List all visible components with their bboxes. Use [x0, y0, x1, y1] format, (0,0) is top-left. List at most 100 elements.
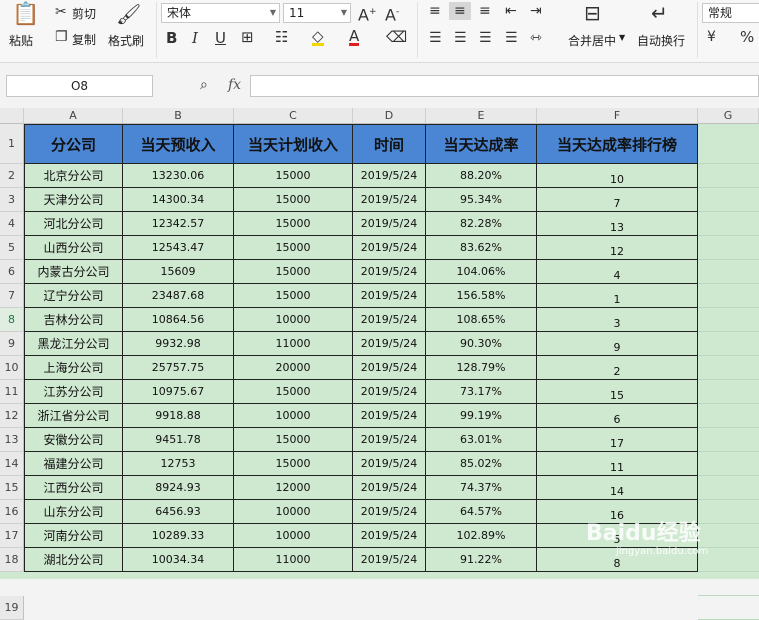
table-header-cell[interactable]: 当天达成率排行榜: [537, 124, 698, 164]
format-painter-icon[interactable]: 🖌: [116, 4, 141, 24]
table-cell[interactable]: 12543.47: [123, 236, 234, 260]
table-cell[interactable]: 15000: [234, 236, 353, 260]
name-box[interactable]: O8: [6, 75, 153, 97]
scissors-icon[interactable]: ✂: [55, 5, 67, 19]
merge-center-icon[interactable]: ⊟: [584, 3, 601, 23]
table-cell[interactable]: 13230.06: [123, 164, 234, 188]
column-header-g[interactable]: G: [698, 108, 759, 124]
table-cell[interactable]: 吉林分公司: [24, 308, 123, 332]
table-cell[interactable]: 20000: [234, 356, 353, 380]
row-header[interactable]: 4: [0, 212, 24, 236]
table-cell[interactable]: 11: [537, 452, 698, 476]
table-cell[interactable]: 2019/5/24: [353, 356, 426, 380]
table-cell[interactable]: 山东分公司: [24, 500, 123, 524]
table-cell[interactable]: 2019/5/24: [353, 380, 426, 404]
select-all-corner[interactable]: [0, 108, 24, 124]
table-cell[interactable]: 山西分公司: [24, 236, 123, 260]
table-cell[interactable]: 9918.88: [123, 404, 234, 428]
table-cell[interactable]: 天津分公司: [24, 188, 123, 212]
table-cell[interactable]: 12342.57: [123, 212, 234, 236]
table-cell[interactable]: 2019/5/24: [353, 476, 426, 500]
row-header[interactable]: 13: [0, 428, 24, 452]
fx-icon[interactable]: fx: [228, 77, 241, 93]
table-cell[interactable]: 2019/5/24: [353, 188, 426, 212]
italic-icon[interactable]: I: [192, 31, 198, 46]
percent-icon[interactable]: %: [740, 30, 754, 45]
number-format-select[interactable]: 常规: [702, 3, 759, 23]
table-cell[interactable]: 108.65%: [426, 308, 537, 332]
underline-icon[interactable]: U: [215, 31, 226, 46]
table-header-cell[interactable]: 当天预收入: [123, 124, 234, 164]
row-header[interactable]: 3: [0, 188, 24, 212]
table-cell[interactable]: 10975.67: [123, 380, 234, 404]
row-header[interactable]: 6: [0, 260, 24, 284]
table-cell[interactable]: 15000: [234, 284, 353, 308]
table-cell[interactable]: 15: [537, 380, 698, 404]
table-cell[interactable]: 12753: [123, 452, 234, 476]
bold-icon[interactable]: B: [166, 31, 177, 46]
table-cell[interactable]: 8924.93: [123, 476, 234, 500]
table-cell[interactable]: 浙江省分公司: [24, 404, 123, 428]
table-cell[interactable]: 10864.56: [123, 308, 234, 332]
table-cell[interactable]: 15000: [234, 380, 353, 404]
copy-icon[interactable]: ❐: [55, 30, 68, 44]
table-cell[interactable]: 2019/5/24: [353, 284, 426, 308]
wrap-text-button[interactable]: 自动换行: [637, 32, 685, 49]
table-cell[interactable]: 88.20%: [426, 164, 537, 188]
table-cell[interactable]: 12: [537, 236, 698, 260]
table-cell[interactable]: 10000: [234, 524, 353, 548]
column-header-f[interactable]: F: [537, 108, 698, 124]
table-cell[interactable]: 23487.68: [123, 284, 234, 308]
format-painter-button[interactable]: 格式刷: [108, 32, 144, 49]
align-bottom-icon[interactable]: ≡: [479, 4, 491, 18]
table-cell[interactable]: 15000: [234, 164, 353, 188]
table-cell[interactable]: 福建分公司: [24, 452, 123, 476]
table-cell[interactable]: 11000: [234, 332, 353, 356]
table-cell[interactable]: 10034.34: [123, 548, 234, 572]
align-top-icon[interactable]: ≡: [429, 4, 441, 18]
table-cell[interactable]: 2019/5/24: [353, 164, 426, 188]
row-header[interactable]: 2: [0, 164, 24, 188]
table-cell[interactable]: 15609: [123, 260, 234, 284]
table-cell[interactable]: 安徽分公司: [24, 428, 123, 452]
table-cell[interactable]: 63.01%: [426, 428, 537, 452]
table-cell[interactable]: 91.22%: [426, 548, 537, 572]
row-header[interactable]: 5: [0, 236, 24, 260]
row-header[interactable]: 15: [0, 476, 24, 500]
table-cell[interactable]: 10: [537, 164, 698, 188]
font-size-select[interactable]: 11 ▼: [283, 3, 351, 23]
row-header[interactable]: 7: [0, 284, 24, 308]
paste-button[interactable]: 粘贴: [9, 32, 33, 49]
row-header[interactable]: 14: [0, 452, 24, 476]
table-cell[interactable]: 河北分公司: [24, 212, 123, 236]
table-cell[interactable]: 2019/5/24: [353, 548, 426, 572]
table-cell[interactable]: 2019/5/24: [353, 308, 426, 332]
table-cell[interactable]: 1: [537, 284, 698, 308]
table-cell[interactable]: 85.02%: [426, 452, 537, 476]
eraser-icon[interactable]: ⌫: [386, 30, 407, 45]
border-icon[interactable]: ⊞: [241, 30, 254, 45]
table-cell[interactable]: 82.28%: [426, 212, 537, 236]
table-cell[interactable]: 内蒙古分公司: [24, 260, 123, 284]
table-cell[interactable]: 9451.78: [123, 428, 234, 452]
wrap-text-icon[interactable]: ↵: [651, 3, 668, 23]
table-cell[interactable]: 3: [537, 308, 698, 332]
table-cell[interactable]: 104.06%: [426, 260, 537, 284]
spreadsheet-grid[interactable]: A B C D E F G 1 2 3 4 5 6 7 8 9 10 11 12 13 14 15 16 17 18 19 分公司当…: [0, 108, 759, 620]
formula-input[interactable]: [250, 75, 759, 97]
chevron-down-icon[interactable]: ▼: [619, 33, 625, 42]
table-cell[interactable]: 128.79%: [426, 356, 537, 380]
row-header[interactable]: 12: [0, 404, 24, 428]
table-header-cell[interactable]: 分公司: [24, 124, 123, 164]
table-header-cell[interactable]: 当天达成率: [426, 124, 537, 164]
table-cell[interactable]: 73.17%: [426, 380, 537, 404]
align-middle-icon[interactable]: ≡: [449, 2, 471, 20]
table-cell[interactable]: 14: [537, 476, 698, 500]
row-header[interactable]: 8: [0, 308, 24, 332]
row-header[interactable]: 11: [0, 380, 24, 404]
copy-button[interactable]: 复制: [72, 31, 96, 48]
table-header-cell[interactable]: 时间: [353, 124, 426, 164]
table-cell[interactable]: 14300.34: [123, 188, 234, 212]
merge-center-button[interactable]: 合并居中: [568, 32, 616, 49]
zoom-icon[interactable]: ⌕: [200, 78, 208, 92]
